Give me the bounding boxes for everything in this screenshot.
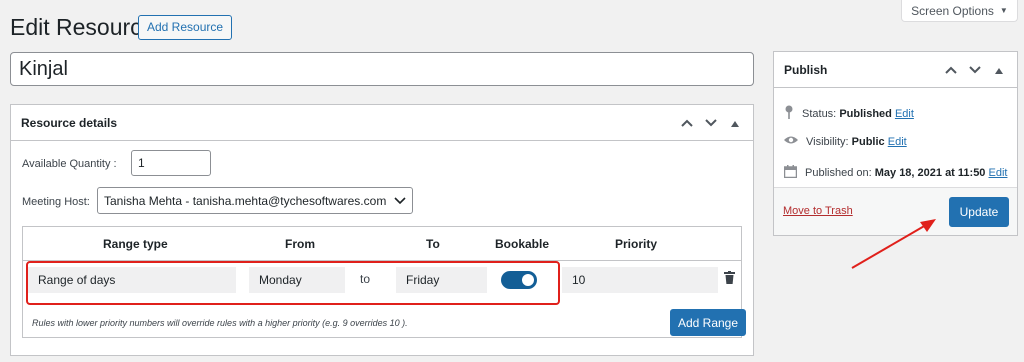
move-up-icon[interactable] (679, 116, 695, 130)
calendar-icon (783, 165, 798, 181)
resource-details-box: Resource details Available Quantity : 1 … (10, 104, 754, 356)
published-on-edit-link[interactable]: Edit (989, 167, 1008, 179)
meeting-host-label: Meeting Host: (22, 196, 90, 208)
status-label: Status: (802, 107, 837, 120)
toggle-panel-icon[interactable] (727, 116, 743, 130)
published-on-row: Published on: May 18, 2021 at 11:50 Edit (783, 165, 1008, 181)
resource-title-input[interactable]: Kinjal (10, 52, 754, 86)
status-edit-link[interactable]: Edit (895, 108, 914, 120)
add-range-button[interactable]: Add Range (670, 309, 746, 336)
publish-box: Publish Status: Published Edit Visibilit… (773, 51, 1018, 236)
screen-options-button[interactable]: Screen Options ▼ (901, 0, 1018, 22)
visibility-edit-link[interactable]: Edit (888, 136, 907, 148)
priority-note: Rules with lower priority numbers will o… (32, 318, 408, 328)
add-resource-button[interactable]: Add Resource (138, 15, 233, 40)
available-quantity-input[interactable]: 1 (131, 150, 211, 176)
available-quantity-label: Available Quantity : (22, 158, 117, 170)
highlight-annotation (26, 261, 560, 305)
priority-input[interactable]: 10 (562, 267, 718, 293)
status-value: Published (839, 107, 892, 120)
resource-details-heading: Resource details (21, 115, 118, 130)
trash-icon[interactable] (724, 271, 735, 289)
published-on-label: Published on: (805, 167, 872, 179)
column-header-from: From (285, 237, 315, 251)
screen-options-label: Screen Options (911, 3, 994, 18)
visibility-value: Public (851, 135, 885, 148)
visibility-row: Visibility: Public Edit (784, 135, 907, 148)
meeting-host-select[interactable]: Tanisha Mehta - tanisha.mehta@tychesoftw… (97, 187, 413, 214)
range-table: Range type From To Bookable Priority Ran… (22, 226, 746, 338)
move-up-icon[interactable] (943, 63, 959, 77)
status-row: Status: Published Edit (784, 105, 914, 122)
pin-icon (784, 105, 794, 122)
column-header-priority: Priority (615, 237, 658, 251)
publish-header: Publish (774, 52, 1017, 88)
visibility-label: Visibility: (806, 135, 849, 148)
resource-details-handles (679, 116, 743, 130)
chevron-down-icon (394, 194, 406, 208)
publish-handles (943, 63, 1007, 77)
toggle-panel-icon[interactable] (991, 63, 1007, 77)
column-header-bookable: Bookable (495, 237, 550, 251)
meeting-host-value: Tanisha Mehta - tanisha.mehta@tychesoftw… (104, 193, 387, 208)
caret-down-icon: ▼ (999, 6, 1008, 15)
page-title: Edit Resource (10, 14, 155, 40)
move-down-icon[interactable] (703, 116, 719, 130)
column-header-to: To (426, 237, 440, 251)
resource-details-header: Resource details (11, 105, 753, 141)
annotation-arrow (851, 219, 936, 269)
published-on-value: May 18, 2021 at 11:50 (874, 167, 986, 179)
update-button[interactable]: Update (949, 197, 1009, 227)
move-down-icon[interactable] (967, 63, 983, 77)
eye-icon (784, 135, 798, 148)
column-header-range-type: Range type (103, 237, 168, 251)
publish-heading: Publish (784, 62, 828, 77)
